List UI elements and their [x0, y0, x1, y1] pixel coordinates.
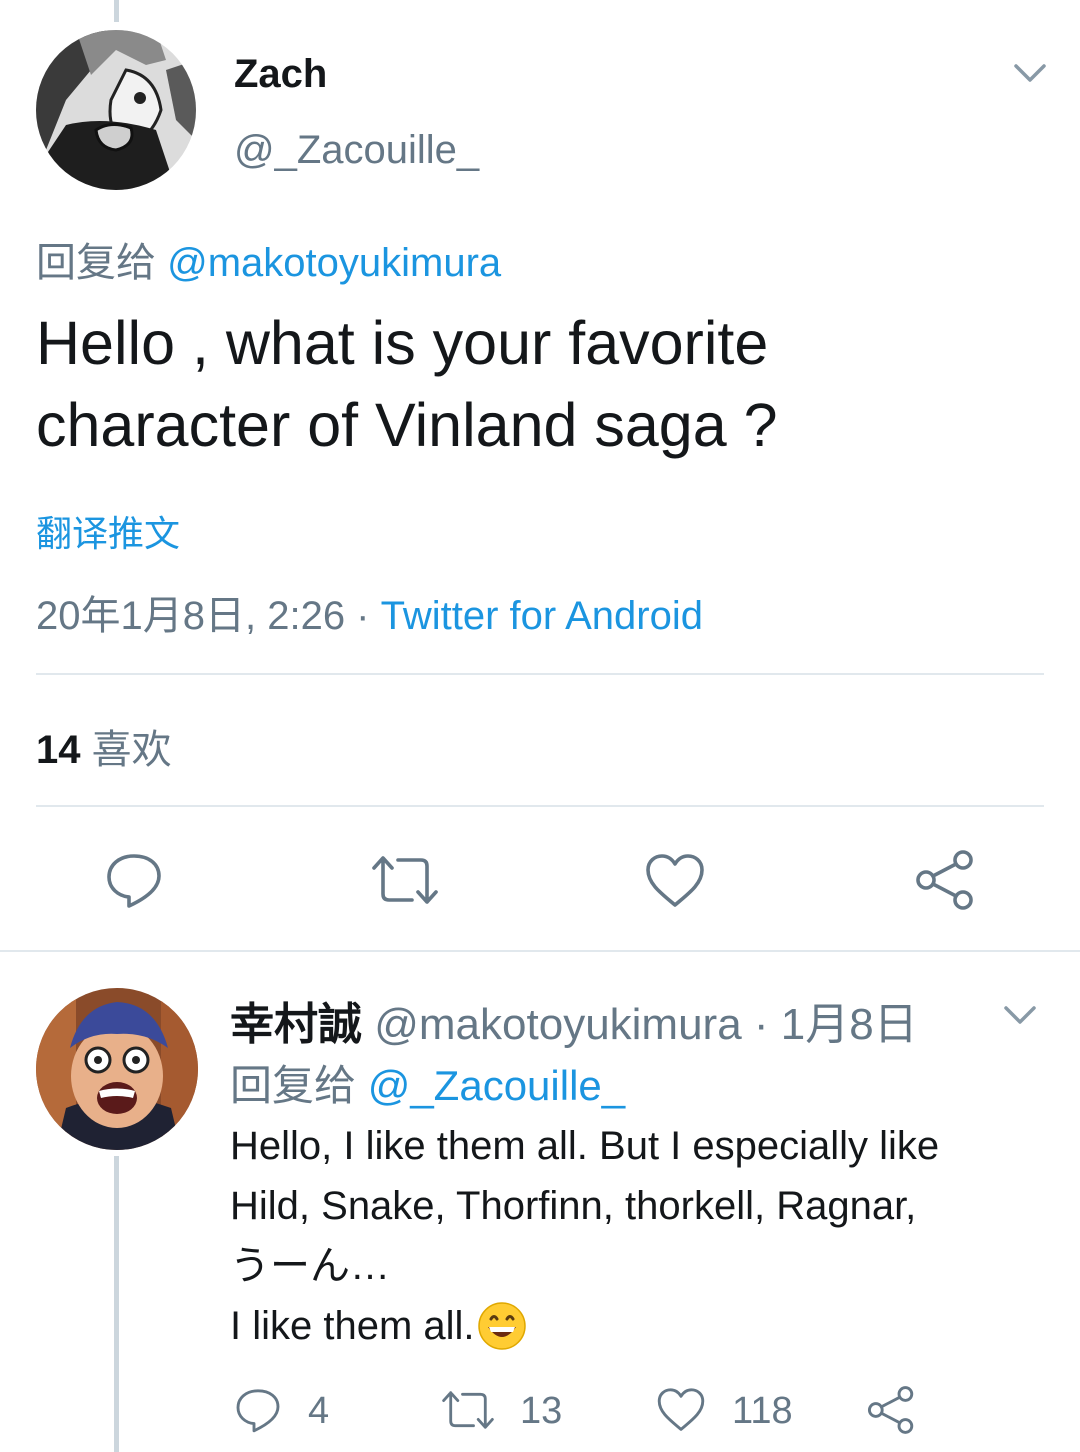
like-count: 118 [732, 1390, 793, 1432]
reply-author-handle[interactable]: @makotoyukimura [374, 1000, 741, 1049]
reply-date: · 1月8日 [753, 1000, 918, 1049]
divider [36, 805, 1044, 807]
reply-text-line-last: I like them all. [230, 1296, 1050, 1356]
author-name[interactable]: Zach [234, 52, 327, 97]
reply-text-line: うーん… [230, 1244, 390, 1288]
divider [36, 673, 1044, 675]
translate-tweet-link[interactable]: 翻译推文 [36, 505, 180, 557]
tweet-text-line: character of Vinland saga ? [36, 391, 778, 459]
reply-icon[interactable] [104, 850, 164, 910]
tweet-text-line: Hello , what is your favorite [36, 309, 769, 377]
chevron-down-icon[interactable] [1002, 1002, 1038, 1028]
grinning-emoji [477, 1301, 527, 1351]
reply-header: 幸村誠 @makotoyukimura · 1月8日 [230, 988, 918, 1052]
tweet-text: Hello , what is your favorite character … [36, 302, 1036, 466]
likes-label: 喜欢 [91, 728, 172, 772]
avatar-zach[interactable] [36, 30, 196, 190]
reply-count: 4 [308, 1390, 330, 1432]
retweet-icon[interactable] [440, 1388, 496, 1432]
thread-line [114, 0, 119, 22]
reply-text: Hello, I like them all. But I especially… [230, 1116, 1050, 1356]
avatar-makotoyukimura[interactable] [36, 988, 198, 1150]
reply-text-line: I like them all. [230, 1304, 475, 1348]
heart-icon[interactable] [644, 852, 706, 910]
source-link[interactable]: Twitter for Android [381, 594, 703, 638]
reply-text-line: Hild, Snake, Thorfinn, thorkell, Ragnar, [230, 1184, 917, 1228]
reply-text-line: Hello, I like them all. But I especially… [230, 1124, 940, 1168]
reply-prefix: 回复给 [230, 1062, 357, 1109]
reply-to-link[interactable]: @_Zacouille_ [368, 1062, 625, 1109]
heart-icon[interactable] [656, 1386, 706, 1434]
retweet-icon[interactable] [370, 852, 440, 908]
author-handle[interactable]: @_Zacouille_ [234, 128, 479, 173]
likes-stat[interactable]: 14 喜欢 [36, 717, 172, 775]
tweet-separator [0, 950, 1080, 952]
reply-to-line: 回复给 @_Zacouille_ [230, 1052, 625, 1113]
reply-to-link[interactable]: @makotoyukimura [167, 241, 501, 285]
retweet-count: 13 [520, 1390, 563, 1432]
separator: · [345, 594, 381, 638]
share-icon[interactable] [866, 1386, 916, 1434]
likes-count: 14 [36, 728, 81, 772]
reply-to-line: 回复给 @makotoyukimura [36, 230, 501, 288]
chevron-down-icon[interactable] [1012, 60, 1048, 86]
reply-author-name[interactable]: 幸村誠 [230, 1000, 362, 1049]
reply-prefix: 回复给 [36, 241, 156, 285]
timestamp: 20年1月8日, 2:26 [36, 594, 346, 638]
share-icon[interactable] [914, 850, 976, 910]
tweet-meta: 20年1月8日, 2:26 · Twitter for Android [36, 583, 703, 641]
reply-icon[interactable] [234, 1386, 282, 1434]
thread-line [114, 1156, 119, 1452]
